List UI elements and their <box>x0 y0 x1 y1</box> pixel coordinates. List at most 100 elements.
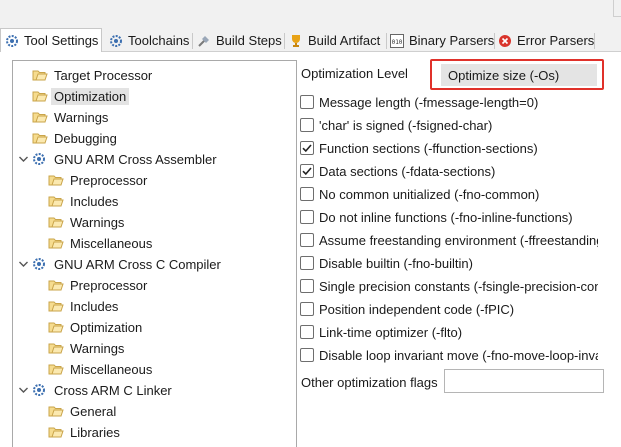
tab-binary-parsers[interactable]: 010 Binary Parsers <box>390 29 494 52</box>
panel-edge-bottom <box>613 16 621 17</box>
tree-item-cc-optimization[interactable]: Optimization <box>48 317 145 337</box>
option-label: 'char' is signed (-fsigned-char) <box>319 117 493 133</box>
tree-item-asm-includes[interactable]: Includes <box>48 191 121 211</box>
tab-separator <box>386 33 387 49</box>
option-single-precision[interactable]: Single precision constants (-fsingle-pre… <box>300 277 598 295</box>
option-label: Single precision constants (-fsingle-pre… <box>319 278 598 294</box>
option-no-move-loop-invariants[interactable]: Disable loop invariant move (-fno-move-l… <box>300 346 598 364</box>
top-strip <box>0 0 621 26</box>
optimization-level-label: Optimization Level <box>301 66 408 81</box>
option-label: Link-time optimizer (-flto) <box>319 324 463 340</box>
folder-icon <box>48 341 64 355</box>
tab-label: Build Steps <box>216 33 282 48</box>
highlight-frame <box>430 59 604 90</box>
option-data-sections[interactable]: Data sections (-fdata-sections) <box>300 162 598 180</box>
svg-text:010: 010 <box>392 39 403 46</box>
checkmark-icon <box>302 167 312 176</box>
folder-icon <box>32 68 48 82</box>
tree-item-ld-general[interactable]: General <box>48 401 119 421</box>
tree-item-gnu-arm-cross-c-compiler[interactable]: GNU ARM Cross C Compiler <box>18 254 224 274</box>
option-label: Disable builtin (-fno-builtin) <box>319 255 473 271</box>
tree-item-asm-warnings[interactable]: Warnings <box>48 212 127 232</box>
checkbox[interactable] <box>300 302 314 316</box>
tree-item-cc-warnings[interactable]: Warnings <box>48 338 127 358</box>
tree-item-cross-arm-c-linker[interactable]: Cross ARM C Linker <box>18 380 175 400</box>
option-label: No common unitialized (-fno-common) <box>319 186 540 202</box>
settings-tree[interactable]: Target Processor Optimization Warnings D… <box>12 60 297 447</box>
option-freestanding[interactable]: Assume freestanding environment (-ffrees… <box>300 231 598 249</box>
option-message-length[interactable]: Message length (-fmessage-length=0) <box>300 93 598 111</box>
option-label: Function sections (-ffunction-sections) <box>319 140 538 156</box>
folder-icon <box>32 131 48 145</box>
folder-icon <box>48 215 64 229</box>
checkbox[interactable] <box>300 348 314 362</box>
tab-tool-settings[interactable]: Tool Settings <box>0 28 102 52</box>
tree-item-warnings[interactable]: Warnings <box>32 107 111 127</box>
checkbox-checked[interactable] <box>300 164 314 178</box>
checkbox[interactable] <box>300 95 314 109</box>
tree-item-cc-miscellaneous[interactable]: Miscellaneous <box>48 359 155 379</box>
checkbox-checked[interactable] <box>300 141 314 155</box>
gear-icon <box>32 383 46 397</box>
folder-icon <box>48 173 64 187</box>
tree-item-asm-miscellaneous[interactable]: Miscellaneous <box>48 233 155 253</box>
chevron-down-icon[interactable] <box>18 383 29 397</box>
tab-separator <box>594 33 595 49</box>
option-label: Disable loop invariant move (-fno-move-l… <box>319 347 598 363</box>
tab-label: Toolchains <box>128 33 190 48</box>
folder-icon <box>48 425 64 439</box>
option-flto[interactable]: Link-time optimizer (-flto) <box>300 323 598 341</box>
folder-icon <box>48 404 64 418</box>
tree-item-cc-includes[interactable]: Includes <box>48 296 121 316</box>
option-no-inline-functions[interactable]: Do not inline functions (-fno-inline-fun… <box>300 208 598 226</box>
option-label: Data sections (-fdata-sections) <box>319 163 496 179</box>
checkbox[interactable] <box>300 279 314 293</box>
other-flags-input[interactable] <box>444 369 604 393</box>
checkbox[interactable] <box>300 187 314 201</box>
option-label: Position independent code (-fPIC) <box>319 301 515 317</box>
tree-item-asm-preprocessor[interactable]: Preprocessor <box>48 170 150 190</box>
tab-separator <box>192 33 193 49</box>
tree-item-target-processor[interactable]: Target Processor <box>32 65 155 85</box>
checkbox[interactable] <box>300 118 314 132</box>
tree-item-cc-preprocessor[interactable]: Preprocessor <box>48 275 150 295</box>
chevron-down-icon[interactable] <box>18 152 29 166</box>
tab-separator <box>284 33 285 49</box>
tab-build-steps[interactable]: Build Steps <box>197 29 282 52</box>
tab-label: Binary Parsers <box>409 33 495 48</box>
option-no-common[interactable]: No common unitialized (-fno-common) <box>300 185 598 203</box>
folder-icon <box>48 362 64 376</box>
checkbox[interactable] <box>300 325 314 339</box>
gear-icon <box>32 152 46 166</box>
panel-edge <box>613 0 614 17</box>
checkbox[interactable] <box>300 256 314 270</box>
tab-build-artifact[interactable]: Build Artifact <box>289 29 380 52</box>
option-label: Message length (-fmessage-length=0) <box>319 94 539 110</box>
folder-icon <box>48 236 64 250</box>
tab-toolchains[interactable]: Toolchains <box>109 29 189 52</box>
option-label: Do not inline functions (-fno-inline-fun… <box>319 209 573 225</box>
checkmark-icon <box>302 144 312 153</box>
tree-item-debugging[interactable]: Debugging <box>32 128 120 148</box>
checkbox[interactable] <box>300 233 314 247</box>
chevron-down-icon[interactable] <box>18 257 29 271</box>
option-function-sections[interactable]: Function sections (-ffunction-sections) <box>300 139 598 157</box>
checkbox[interactable] <box>300 210 314 224</box>
gear-icon <box>32 257 46 271</box>
build-steps-icon <box>197 34 211 48</box>
option-fpic[interactable]: Position independent code (-fPIC) <box>300 300 598 318</box>
tree-item-gnu-arm-cross-assembler[interactable]: GNU ARM Cross Assembler <box>18 149 220 169</box>
folder-icon <box>48 278 64 292</box>
folder-icon <box>32 110 48 124</box>
tree-item-ld-libraries[interactable]: Libraries <box>48 422 123 442</box>
tree-item-optimization[interactable]: Optimization <box>32 86 130 106</box>
tab-separator <box>494 33 495 49</box>
tab-error-parsers[interactable]: Error Parsers <box>498 29 594 52</box>
other-flags-label: Other optimization flags <box>301 375 438 390</box>
toolchains-icon <box>109 34 123 48</box>
folder-icon <box>48 194 64 208</box>
option-no-builtin[interactable]: Disable builtin (-fno-builtin) <box>300 254 598 272</box>
tool-settings-icon <box>5 34 19 48</box>
tab-label: Build Artifact <box>308 33 381 48</box>
option-char-signed[interactable]: 'char' is signed (-fsigned-char) <box>300 116 598 134</box>
